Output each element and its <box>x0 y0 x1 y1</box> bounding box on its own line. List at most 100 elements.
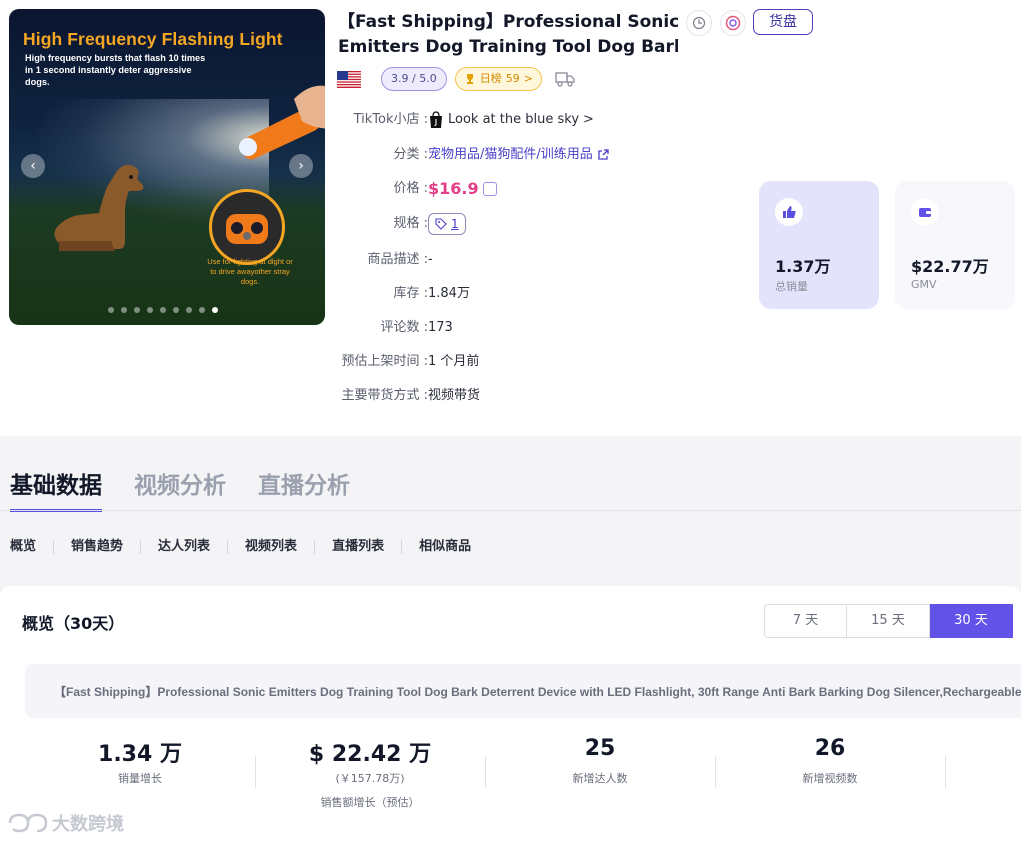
device-closeup-icon <box>226 214 268 244</box>
product-full-title: 【Fast Shipping】Professional Sonic Emitte… <box>54 685 1021 699</box>
subnav-similar-products[interactable]: 相似商品 <box>401 540 488 554</box>
category-key: 分类 : <box>393 147 428 162</box>
subnav-overview[interactable]: 概览 <box>10 540 53 554</box>
spec-value-wrap: 1 <box>428 212 466 236</box>
shop-arrow: > <box>583 112 594 127</box>
metric-sales-growth: 1.34 万 销量增长 <box>25 736 255 786</box>
carousel-dot[interactable] <box>147 307 153 313</box>
listed-value: 1 个月前 <box>428 354 480 369</box>
price-value: $16.9 <box>428 179 479 198</box>
stock-row: 库存 : 1.84万 <box>300 283 720 305</box>
shop-key: TikTok小店 : <box>353 112 428 127</box>
shipping-truck-icon <box>555 72 575 87</box>
tab-basic-data[interactable]: 基础数据 <box>10 466 102 512</box>
copy-icon[interactable] <box>686 10 712 36</box>
sub-navigation: 概览 销售趋势 达人列表 视频列表 直播列表 相似商品 <box>10 540 488 554</box>
reviews-row: 评论数 : 173 <box>300 317 720 339</box>
carousel-dot[interactable] <box>160 307 166 313</box>
total-sales-label: 总销量 <box>775 280 808 293</box>
channel-row: 主要带货方式 : 视频带货 <box>300 385 720 407</box>
shop-link[interactable]: Look at the blue sky > <box>428 109 594 131</box>
spec-row: 规格 : 1 <box>300 212 720 236</box>
description-value: - <box>428 252 433 267</box>
channel-key: 主要带货方式 : <box>341 388 428 403</box>
stock-key: 库存 : <box>393 286 428 301</box>
gmv-label: GMV <box>911 278 937 291</box>
tiktok-shop-icon <box>430 111 442 128</box>
supply-button[interactable]: 货盘 <box>753 9 813 35</box>
price-key: 价格 : <box>393 181 428 196</box>
carousel-dot[interactable] <box>199 307 205 313</box>
subnav-creators[interactable]: 达人列表 <box>140 540 227 554</box>
category-value: 宠物用品/猫狗配件/训练用品 <box>428 147 593 162</box>
description-key: 商品描述 : <box>367 252 428 267</box>
carousel-dot[interactable] <box>121 307 127 313</box>
range-30-days[interactable]: 30 天 <box>930 604 1013 638</box>
metric-revenue-growth: $ 22.42 万 (￥157.78万) 销售额增长（预估） <box>255 736 485 810</box>
analysis-tabs: 基础数据 视频分析 直播分析 <box>10 466 350 512</box>
carousel-dot[interactable] <box>212 307 218 313</box>
watermark-text: 大数跨境 <box>52 814 124 835</box>
shop-name: Look at the blue sky <box>448 112 580 127</box>
tab-live-analysis[interactable]: 直播分析 <box>258 466 350 512</box>
closeup-caption: Use for lighting at dlght or to drive aw… <box>207 257 293 286</box>
metric-label: 销售额增长（预估） <box>320 796 420 809</box>
metric-new-creators: 25 新增达人数 <box>485 736 715 786</box>
description-row: 商品描述 : - <box>300 249 720 271</box>
product-full-title-box: 【Fast Shipping】Professional Sonic Emitte… <box>25 664 1021 718</box>
trophy-icon <box>466 74 473 84</box>
price-row: 价格 : $16.9 <box>300 177 720 201</box>
subnav-sales-trend[interactable]: 销售趋势 <box>53 540 140 554</box>
gmv-value: $22.77万 <box>911 257 989 276</box>
watermark: 大数跨境 <box>8 810 124 836</box>
metric-value: 26 <box>814 736 846 761</box>
reviews-value: 173 <box>428 320 453 335</box>
metric-value: 1.34 万 <box>98 742 182 767</box>
spec-count: 1 <box>451 217 459 231</box>
overview-metrics: 1.34 万 销量增长 $ 22.42 万 (￥157.78万) 销售额增长（预… <box>25 736 1021 836</box>
metric-divider <box>945 756 946 788</box>
tab-video-analysis[interactable]: 视频分析 <box>134 466 226 512</box>
date-range-selector: 7 天 15 天 30 天 <box>764 604 1013 638</box>
external-link-icon <box>598 149 609 160</box>
reviews-key: 评论数 : <box>380 320 428 335</box>
spec-key: 规格 : <box>393 216 428 231</box>
dog-illustration <box>54 164 144 251</box>
total-sales-card: 1.37万 总销量 <box>759 181 879 309</box>
metric-sub-value: (￥157.78万) <box>335 772 405 785</box>
rank-value: 59 <box>505 72 520 85</box>
listed-row: 预估上架时间 : 1 个月前 <box>300 351 720 373</box>
subnav-lives[interactable]: 直播列表 <box>314 540 401 554</box>
wallet-icon <box>911 198 939 226</box>
device-closeup <box>209 189 285 265</box>
carousel-dot[interactable] <box>186 307 192 313</box>
carousel-dot[interactable] <box>134 307 140 313</box>
metric-value: 25 <box>584 736 616 761</box>
product-image-carousel[interactable]: High Frequency Flashing Light High frequ… <box>9 9 325 325</box>
product-title[interactable]: 【Fast Shipping】Professional Sonic Emitte… <box>338 10 678 60</box>
analysis-section: 基础数据 视频分析 直播分析 概览 销售趋势 达人列表 视频列表 直播列表 相似… <box>0 436 1021 842</box>
product-meta-row: 3.9 / 5.0 日榜 59 > <box>337 67 576 91</box>
carousel-dot[interactable] <box>173 307 179 313</box>
subnav-videos[interactable]: 视频列表 <box>227 540 314 554</box>
price-trend-icon[interactable] <box>482 182 497 196</box>
rank-label: 日榜 <box>479 72 502 85</box>
channel-value: 视频带货 <box>428 388 481 403</box>
stock-value: 1.84万 <box>428 286 470 301</box>
metric-value: $ 22.42 万 <box>308 742 432 767</box>
category-row: 分类 : 宠物用品/猫狗配件/训练用品 <box>300 144 720 166</box>
shop-row: TikTok小店 : Look at the blue sky > <box>300 109 720 131</box>
tag-icon <box>435 218 447 230</box>
range-15-days[interactable]: 15 天 <box>847 604 930 638</box>
us-flag-icon <box>337 70 361 88</box>
product-title-line2: Emitters Dog Training Tool Dog Bark... <box>338 37 678 57</box>
price-value-wrap: $16.9 <box>428 177 497 201</box>
rank-arrow: > <box>523 72 533 85</box>
carousel-dot[interactable] <box>108 307 114 313</box>
range-7-days[interactable]: 7 天 <box>764 604 847 638</box>
daily-rank-badge[interactable]: 日榜 59 > <box>454 67 542 91</box>
spec-badge[interactable]: 1 <box>428 213 466 235</box>
category-link[interactable]: 宠物用品/猫狗配件/训练用品 <box>428 144 609 166</box>
ai-analysis-icon[interactable] <box>720 10 746 36</box>
carousel-prev-button[interactable]: ‹ <box>21 154 45 178</box>
